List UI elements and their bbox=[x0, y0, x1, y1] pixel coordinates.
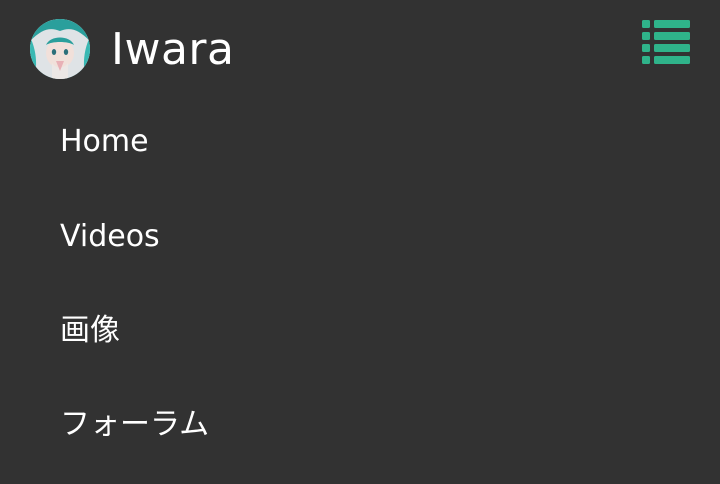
avatar-image bbox=[30, 19, 90, 79]
site-title[interactable]: Iwara bbox=[111, 24, 234, 76]
header: Iwara bbox=[0, 0, 720, 96]
nav-item-home[interactable]: Home bbox=[60, 112, 660, 172]
nav-item-videos[interactable]: Videos bbox=[60, 207, 660, 267]
list-menu-icon bbox=[642, 20, 690, 64]
menu-button[interactable] bbox=[640, 18, 692, 66]
nav-item-forum[interactable]: フォーラム bbox=[60, 395, 660, 455]
nav-item-images[interactable]: 画像 bbox=[60, 301, 660, 361]
page: Iwara Home Videos 画像 フォーラム bbox=[0, 0, 720, 484]
avatar[interactable] bbox=[30, 19, 90, 79]
